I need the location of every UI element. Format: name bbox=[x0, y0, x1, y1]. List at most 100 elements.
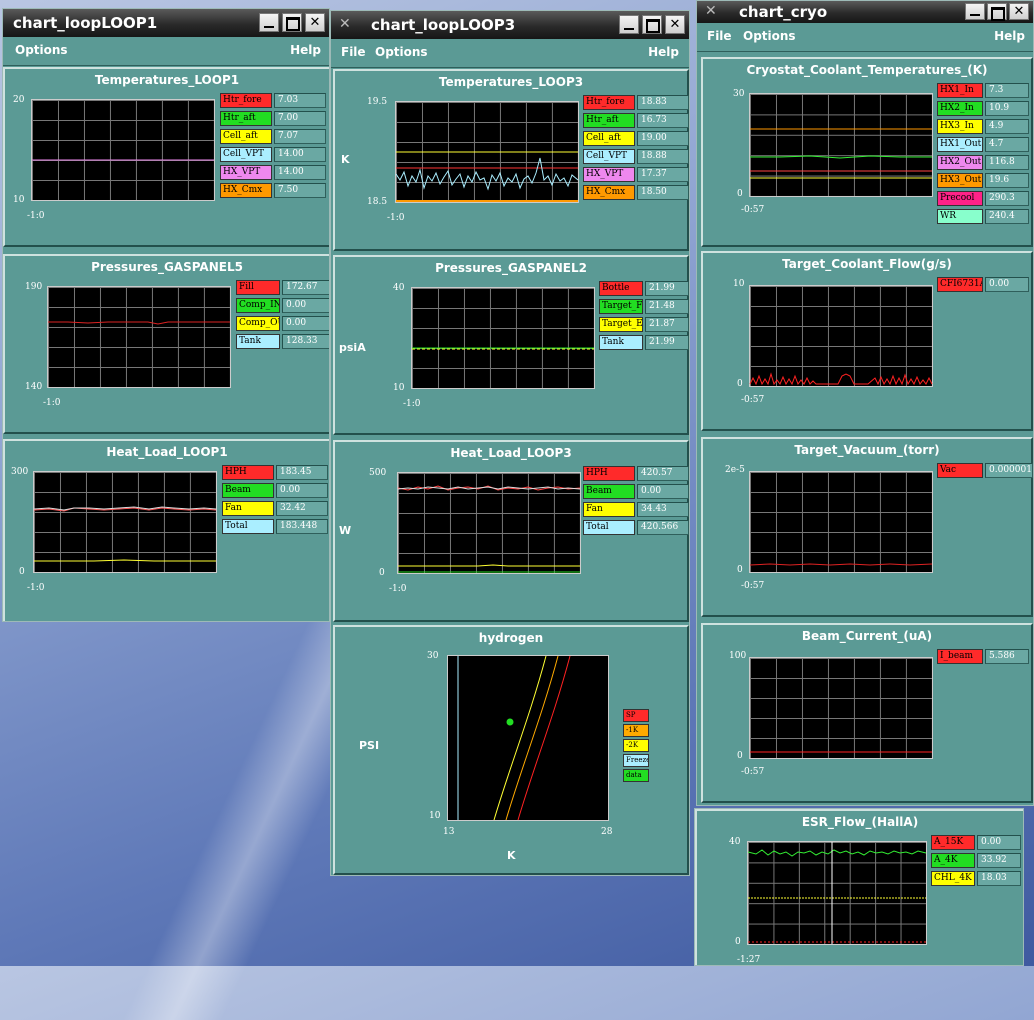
menu-options[interactable]: Options bbox=[375, 45, 428, 59]
legend-label[interactable]: WR bbox=[937, 209, 983, 224]
legend-label[interactable]: Cell_VPT bbox=[583, 149, 635, 164]
legend-label[interactable]: HX_VPT bbox=[583, 167, 635, 182]
menubar: File Options Help bbox=[697, 23, 1033, 52]
legend-label[interactable]: CHL_4K bbox=[931, 871, 975, 886]
legend-label[interactable]: Vac bbox=[937, 463, 983, 478]
curve-sp bbox=[517, 655, 571, 821]
y-min-label: 10 bbox=[429, 811, 441, 821]
close-button[interactable]: ✕ bbox=[665, 15, 685, 34]
legend-label[interactable]: HX1_In bbox=[937, 83, 983, 98]
legend-value: 0.00 bbox=[977, 835, 1021, 850]
legend-value: 10.9 bbox=[985, 101, 1029, 116]
legend-label[interactable]: HX2_Out bbox=[937, 155, 983, 170]
legend-value: 5.586 bbox=[985, 649, 1029, 664]
x-min-label: -1:0 bbox=[27, 583, 45, 593]
legend-label[interactable]: Htr_aft bbox=[583, 113, 635, 128]
y-axis-label: K bbox=[341, 153, 350, 166]
legend-label[interactable]: HX3_In bbox=[937, 119, 983, 134]
legend-label[interactable]: Htr_fore bbox=[583, 95, 635, 110]
titlebar[interactable]: ✕ chart_loopLOOP3 ✕ bbox=[331, 11, 689, 39]
y-min-label: 140 bbox=[25, 382, 43, 392]
legend-label[interactable]: Fan bbox=[583, 502, 635, 517]
titlebar[interactable]: ✕ chart_cryo ✕ bbox=[697, 1, 1033, 23]
minimize-button[interactable] bbox=[619, 15, 639, 34]
legend-label[interactable]: Bottle bbox=[599, 281, 643, 296]
x-min-label: -1:0 bbox=[403, 399, 421, 409]
legend-label[interactable]: HX2_In bbox=[937, 101, 983, 116]
maximize-button[interactable] bbox=[987, 3, 1007, 21]
legend-label[interactable]: Precool bbox=[937, 191, 983, 206]
legend-label[interactable]: A_15K bbox=[931, 835, 975, 850]
legend-value: 7.00 bbox=[274, 111, 326, 126]
legend-label[interactable]: I_beam bbox=[937, 649, 983, 664]
legend-label[interactable]: SP bbox=[623, 709, 649, 722]
legend-label[interactable]: Target_Fill bbox=[599, 299, 643, 314]
trace-layer bbox=[397, 485, 581, 573]
maximize-button[interactable] bbox=[282, 13, 302, 32]
y-max-label: 30 bbox=[733, 89, 745, 99]
legend-value: 32.42 bbox=[276, 501, 328, 516]
trace-fan bbox=[34, 559, 216, 562]
curve-minus-2k bbox=[493, 655, 547, 821]
legend-label[interactable]: Htr_aft bbox=[220, 111, 272, 126]
legend-label[interactable]: Total bbox=[583, 520, 635, 535]
legend-value: 7.3 bbox=[985, 83, 1029, 98]
y-max-label: 30 bbox=[427, 651, 439, 661]
minimize-button[interactable] bbox=[259, 13, 279, 32]
trace-cell-vpt bbox=[395, 157, 579, 191]
trace-layer bbox=[749, 372, 933, 386]
legend-label[interactable]: Tank bbox=[236, 334, 280, 349]
maximize-button[interactable] bbox=[642, 15, 662, 34]
legend-label[interactable]: Comp_IN bbox=[236, 298, 280, 313]
menu-file[interactable]: File bbox=[341, 45, 366, 59]
legend-label[interactable]: Fill bbox=[236, 280, 280, 295]
legend-label[interactable]: Tank bbox=[599, 335, 643, 350]
legend-value: 172.67 bbox=[282, 280, 329, 295]
titlebar[interactable]: chart_loopLOOP1 ✕ bbox=[3, 9, 329, 37]
legend-label[interactable]: Beam bbox=[222, 483, 274, 498]
legend-label[interactable]: CFI6731A bbox=[937, 277, 983, 292]
menu-options[interactable]: Options bbox=[15, 43, 68, 57]
legend-value: 0.00 bbox=[276, 483, 328, 498]
menu-help[interactable]: Help bbox=[290, 43, 321, 57]
legend-label[interactable]: HX1_Out bbox=[937, 137, 983, 152]
legend-value: 0.00 bbox=[637, 484, 689, 499]
menu-help[interactable]: Help bbox=[994, 29, 1025, 43]
legend-label[interactable]: Cell_aft bbox=[583, 131, 635, 146]
legend-value: 4.7 bbox=[985, 137, 1029, 152]
minimize-button[interactable] bbox=[965, 3, 985, 20]
menu-options[interactable]: Options bbox=[743, 29, 796, 43]
legend-label[interactable]: HX3_Out bbox=[937, 173, 983, 188]
legend-label[interactable]: HX_VPT bbox=[220, 165, 272, 180]
legend-label[interactable]: Htr_fore bbox=[220, 93, 272, 108]
legend-label[interactable]: HX_Cmx bbox=[220, 183, 272, 198]
panel-title: Pressures_GASPANEL5 bbox=[91, 260, 243, 274]
panel-target-coolant-flow: Target_Coolant_Flow(g/s) 10 0 -0:57 CFI6… bbox=[701, 251, 1033, 431]
x-min-label: -1:27 bbox=[737, 955, 761, 965]
legend-label[interactable]: Cell_aft bbox=[220, 129, 272, 144]
legend-value: 7.07 bbox=[274, 129, 326, 144]
legend-label[interactable]: -2K bbox=[623, 739, 649, 752]
legend-label[interactable]: Total bbox=[222, 519, 274, 534]
legend-label[interactable]: A_4K bbox=[931, 853, 975, 868]
legend-label[interactable]: data bbox=[623, 769, 649, 782]
legend-label[interactable]: HPH bbox=[583, 466, 635, 481]
menu-help[interactable]: Help bbox=[648, 45, 679, 59]
panel-title: Heat_Load_LOOP3 bbox=[450, 446, 572, 460]
legend-label[interactable]: Beam bbox=[583, 484, 635, 499]
legend-label[interactable]: HX_Cmx bbox=[583, 185, 635, 200]
legend-label[interactable]: Freeze bbox=[623, 754, 649, 767]
legend-label[interactable]: Target_Ex bbox=[599, 317, 643, 332]
legend-label[interactable]: -1K bbox=[623, 724, 649, 737]
close-button[interactable]: ✕ bbox=[1009, 3, 1029, 20]
legend-value: 240.4 bbox=[985, 209, 1029, 224]
y-min-label: 10 bbox=[393, 383, 405, 393]
close-button[interactable]: ✕ bbox=[305, 13, 325, 32]
panel-title: Pressures_GASPANEL2 bbox=[435, 261, 587, 275]
legend-label[interactable]: Cell_VPT bbox=[220, 147, 272, 162]
legend-label[interactable]: HPH bbox=[222, 465, 274, 480]
menu-file[interactable]: File bbox=[707, 29, 732, 43]
legend-label[interactable]: Comp_OUT bbox=[236, 316, 280, 331]
window-loop1: chart_loopLOOP1 ✕ Options Help Temperatu… bbox=[2, 8, 330, 622]
legend-label[interactable]: Fan bbox=[222, 501, 274, 516]
